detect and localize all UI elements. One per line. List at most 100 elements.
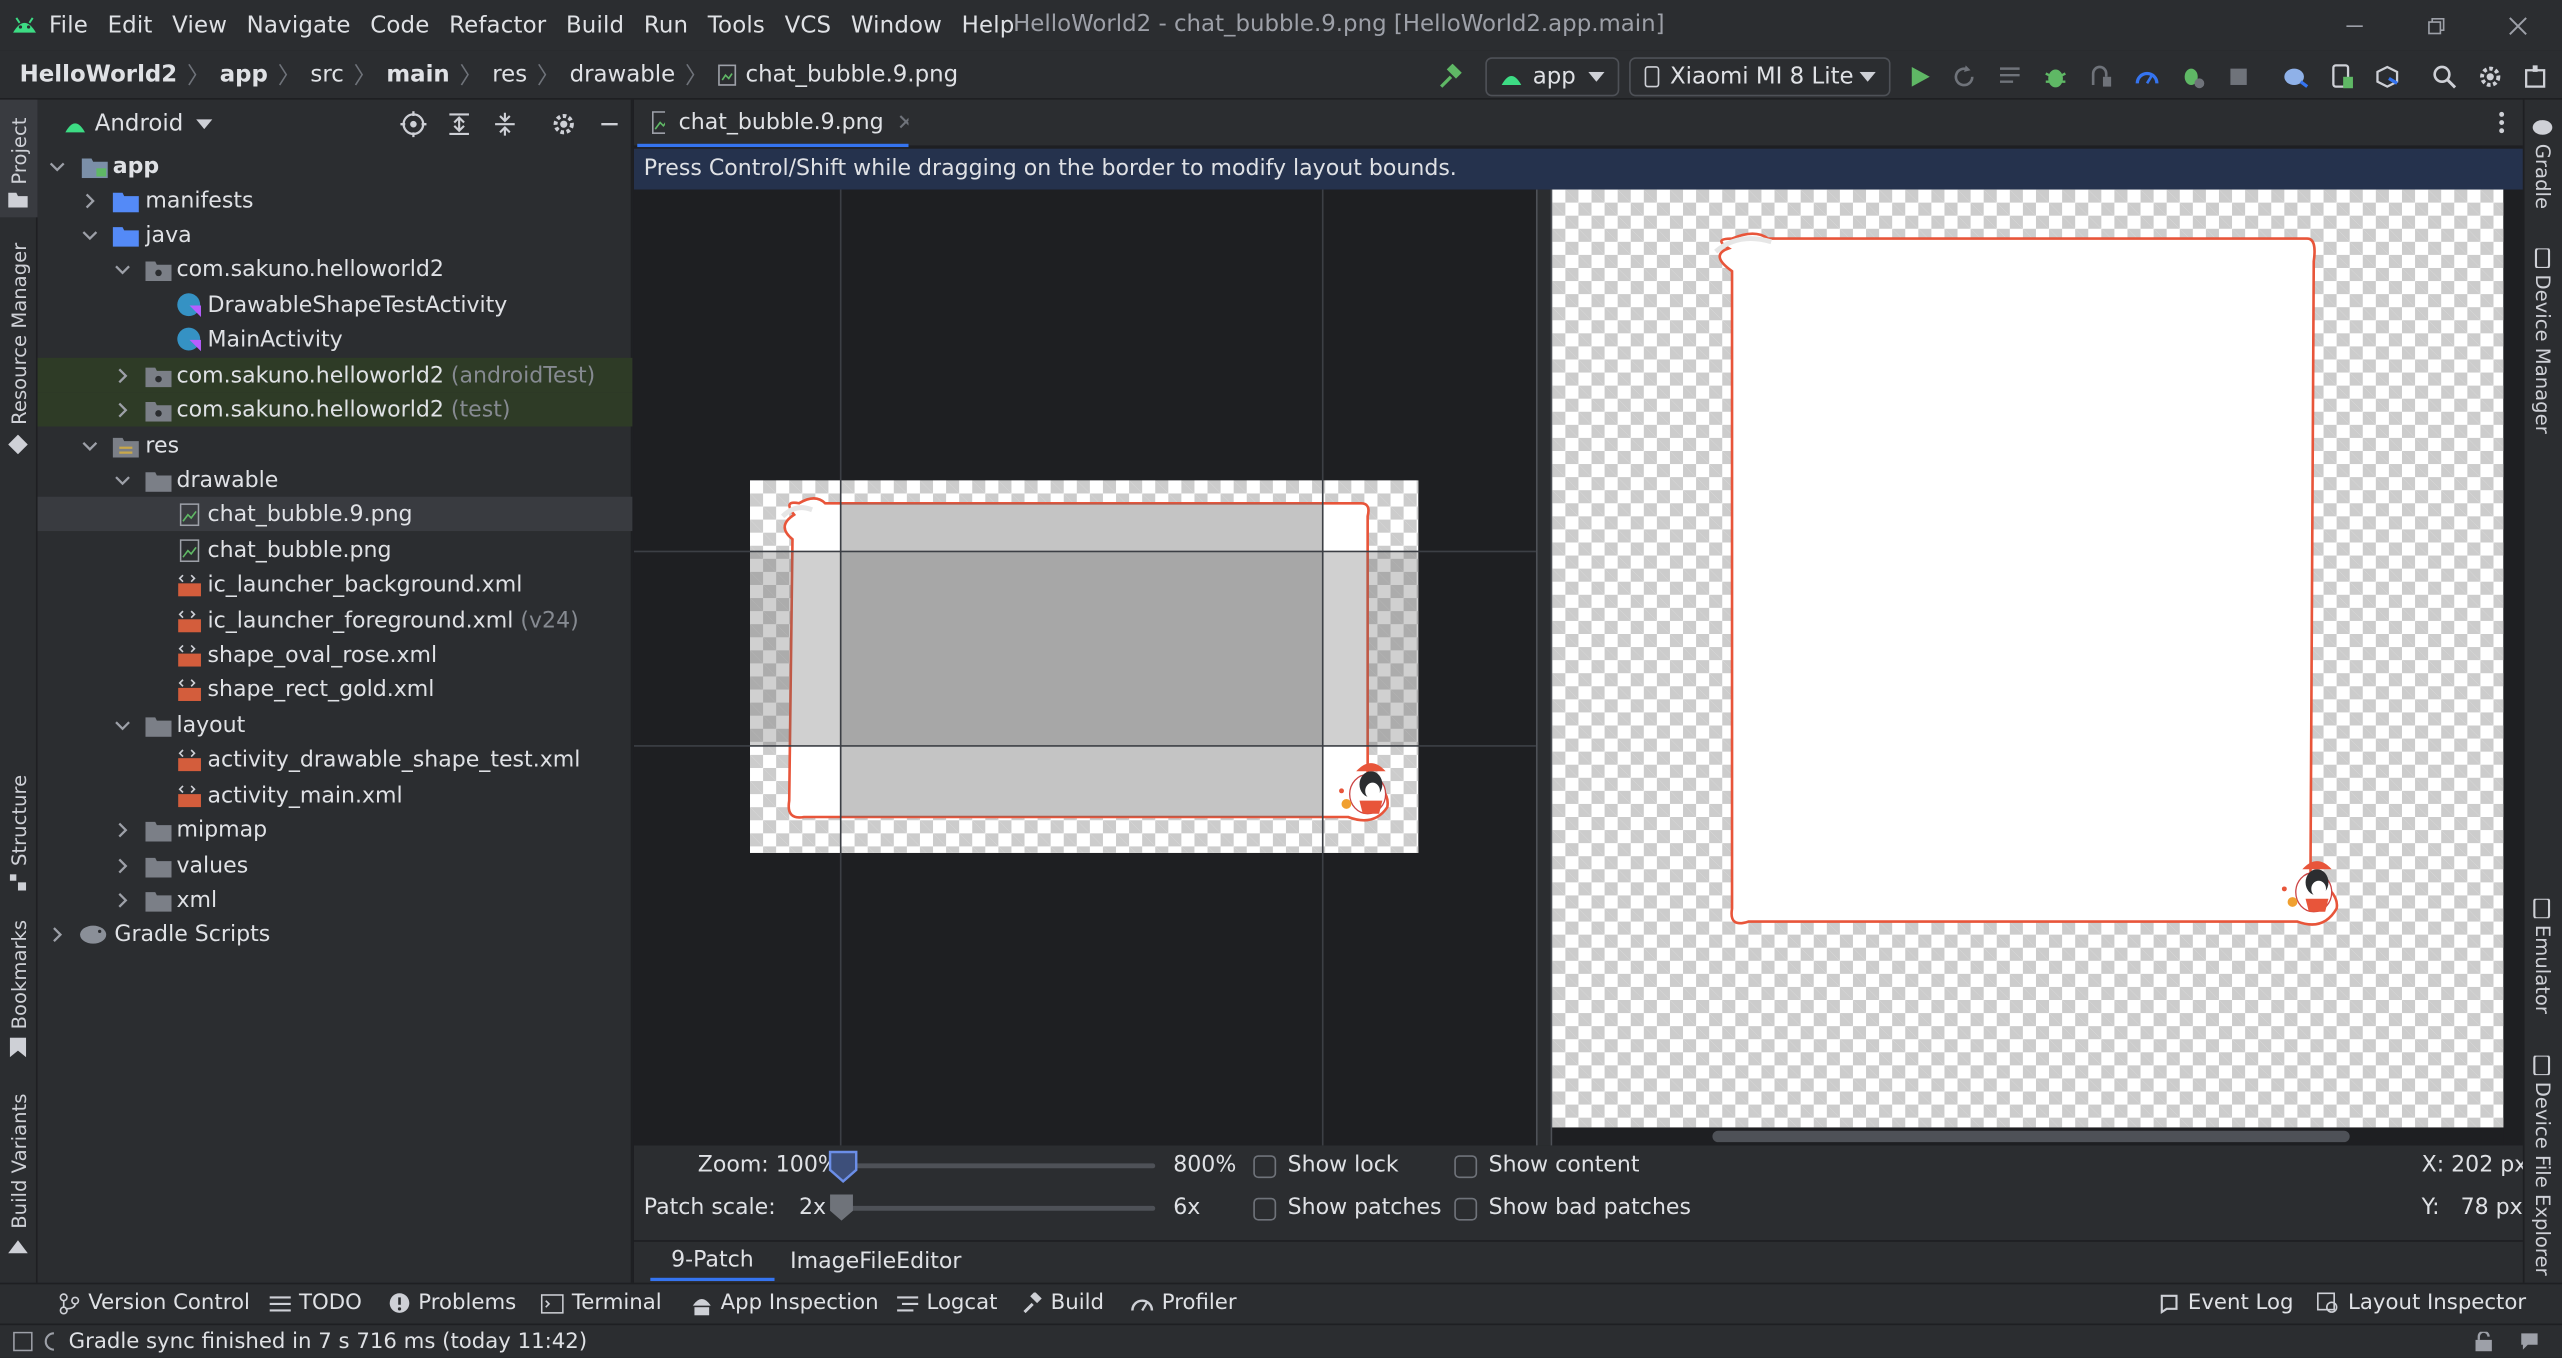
tree-item-activity-main[interactable]: activity_main.xml [38, 778, 633, 813]
tree-item-shape-oval-rose[interactable]: shape_oval_rose.xml [38, 637, 633, 672]
show-lock-checkbox[interactable] [1253, 1155, 1277, 1179]
split-divider[interactable] [1535, 189, 1553, 1146]
nine-patch-image[interactable] [750, 480, 1419, 853]
notifications-icon[interactable] [2520, 1332, 2540, 1352]
tree-item-package-android-test[interactable]: com.sakuno.helloworld2 (androidTest) [37, 357, 633, 393]
apply-code-changes-button[interactable] [1993, 60, 2026, 93]
zoom-slider-track[interactable] [839, 1163, 1156, 1169]
device-select[interactable]: Xiaomi MI 8 Lite [1629, 57, 1891, 97]
search-everywhere-button[interactable] [2428, 60, 2461, 93]
app-inspection-tool[interactable]: App Inspection [691, 1283, 879, 1324]
breadcrumb-main[interactable]: main [386, 62, 449, 88]
zoom-slider-thumb[interactable] [827, 1149, 860, 1184]
tree-item-main-activity[interactable]: MainActivity [38, 322, 633, 357]
tree-item-manifests[interactable]: manifests [38, 183, 633, 218]
tree-item-drawable-shape-test-activity[interactable]: DrawableShapeTestActivity [38, 288, 633, 323]
breadcrumb-drawable[interactable]: drawable [570, 62, 676, 88]
menu-code[interactable]: Code [370, 12, 429, 38]
menu-file[interactable]: File [49, 12, 88, 38]
build-tool[interactable]: Build [1021, 1283, 1104, 1324]
menu-tools[interactable]: Tools [708, 12, 765, 38]
tree-item-chat-bubble-9-png[interactable]: chat_bubble.9.png [37, 496, 633, 532]
patch-guide-line[interactable] [1321, 189, 1324, 1146]
tree-item-values[interactable]: values [38, 848, 633, 883]
tree-item-ic-launcher-background[interactable]: ic_launcher_background.xml [38, 567, 633, 602]
patch-guide-line[interactable] [633, 550, 1536, 553]
tree-item-activity-drawable-shape-test[interactable]: activity_drawable_shape_test.xml [38, 742, 633, 777]
hide-panel-icon[interactable] [600, 114, 620, 134]
profile-button[interactable] [2131, 60, 2164, 93]
bookmarks-tool-tab[interactable]: Bookmarks [0, 920, 38, 1062]
run-button[interactable] [1904, 60, 1937, 93]
problems-tool[interactable]: Problems [389, 1283, 516, 1324]
tree-item-chat-bubble-png[interactable]: chat_bubble.png [38, 533, 633, 568]
patch-scale-slider-thumb[interactable] [828, 1193, 854, 1222]
breadcrumb-app[interactable]: app [220, 62, 268, 88]
sync-gradle-button[interactable] [2279, 60, 2312, 93]
emulator-tool-tab[interactable]: Emulator [2523, 895, 2562, 1014]
locate-file-icon[interactable] [400, 111, 427, 138]
breadcrumb-src[interactable]: src [310, 62, 343, 88]
show-bad-patches-checkbox[interactable] [1454, 1197, 1478, 1221]
toggle-tool-windows-icon[interactable] [13, 1331, 33, 1352]
stop-button[interactable] [2222, 60, 2255, 93]
gear-icon[interactable] [551, 111, 577, 137]
menu-window[interactable]: Window [851, 12, 942, 38]
lock-icon[interactable] [2474, 1331, 2494, 1352]
collapse-all-icon[interactable] [493, 111, 516, 137]
menu-navigate[interactable]: Navigate [247, 12, 351, 38]
version-control-tool[interactable]: Version Control [59, 1283, 250, 1324]
preview-horizontal-scrollbar[interactable] [1712, 1130, 2350, 1143]
menu-build[interactable]: Build [566, 12, 624, 38]
make-project-hammer-icon[interactable] [1433, 60, 1466, 93]
menu-view[interactable]: View [172, 12, 227, 38]
menu-refactor[interactable]: Refactor [449, 12, 546, 38]
resource-manager-tool-tab[interactable]: Resource Manager [0, 243, 38, 461]
device-file-explorer-tool-tab[interactable]: Device File Explorer [2523, 1052, 2562, 1276]
logcat-tool[interactable]: Logcat [897, 1283, 997, 1324]
tree-item-layout[interactable]: layout [38, 708, 633, 743]
sdk-manager-button[interactable] [2371, 60, 2404, 93]
tree-item-drawable[interactable]: drawable [38, 462, 633, 497]
tab-9-patch[interactable]: 9-Patch [650, 1240, 775, 1282]
close-tab-icon[interactable] [898, 114, 909, 129]
build-variants-tool-tab[interactable]: Build Variants [0, 1094, 38, 1261]
apply-changes-button[interactable] [1948, 60, 1981, 93]
breadcrumb-project[interactable]: HelloWorld2 [20, 62, 178, 88]
structure-tool-tab[interactable]: Structure [0, 775, 38, 894]
tab-image-file-editor[interactable]: ImageFileEditor [781, 1240, 971, 1281]
profiler-tool[interactable]: Profiler [1131, 1283, 1237, 1324]
layout-inspector-tool[interactable]: Layout Inspector [2317, 1283, 2526, 1324]
close-window-button[interactable] [2480, 0, 2555, 51]
patch-scale-slider-track[interactable] [839, 1205, 1156, 1211]
breadcrumb-file[interactable]: chat_bubble.9.png [745, 62, 958, 88]
editor-tab-chat-bubble[interactable]: chat_bubble.9.png [637, 100, 909, 148]
tree-item-res[interactable]: res [38, 428, 633, 463]
project-view-mode[interactable]: Android [95, 111, 183, 137]
tree-item-shape-rect-gold[interactable]: shape_rect_gold.xml [38, 672, 633, 707]
tree-item-xml[interactable]: xml [38, 882, 633, 917]
tree-item-app[interactable]: app [38, 149, 633, 184]
plugins-button[interactable] [2520, 60, 2553, 93]
menu-vcs[interactable]: VCS [785, 12, 832, 38]
tree-item-gradle-scripts[interactable]: Gradle Scripts [38, 917, 633, 952]
chevron-down-icon[interactable] [196, 119, 213, 130]
tree-item-package[interactable]: com.sakuno.helloworld2 [38, 252, 633, 287]
menu-run[interactable]: Run [644, 12, 688, 38]
debug-button[interactable] [2039, 60, 2072, 93]
todo-tool[interactable]: TODO [269, 1283, 362, 1324]
more-options-icon[interactable] [2492, 109, 2512, 135]
menu-help[interactable]: Help [962, 12, 1015, 38]
event-log-tool[interactable]: Event Log [2159, 1283, 2293, 1324]
restore-button[interactable] [2399, 0, 2474, 51]
show-patches-checkbox[interactable] [1253, 1197, 1277, 1221]
device-manager-tool-tab[interactable]: Device Manager [2523, 245, 2562, 434]
patch-guide-line[interactable] [633, 745, 1536, 747]
tree-item-ic-launcher-foreground[interactable]: ic_launcher_foreground.xml (v24) [38, 603, 633, 638]
minimize-button[interactable] [2317, 0, 2392, 51]
tree-item-package-test[interactable]: com.sakuno.helloworld2 (test) [37, 392, 633, 428]
project-tool-tab[interactable]: Project [0, 99, 38, 218]
tree-item-mipmap[interactable]: mipmap [38, 812, 633, 847]
show-content-checkbox[interactable] [1454, 1155, 1478, 1179]
terminal-tool[interactable]: Terminal [540, 1283, 662, 1324]
